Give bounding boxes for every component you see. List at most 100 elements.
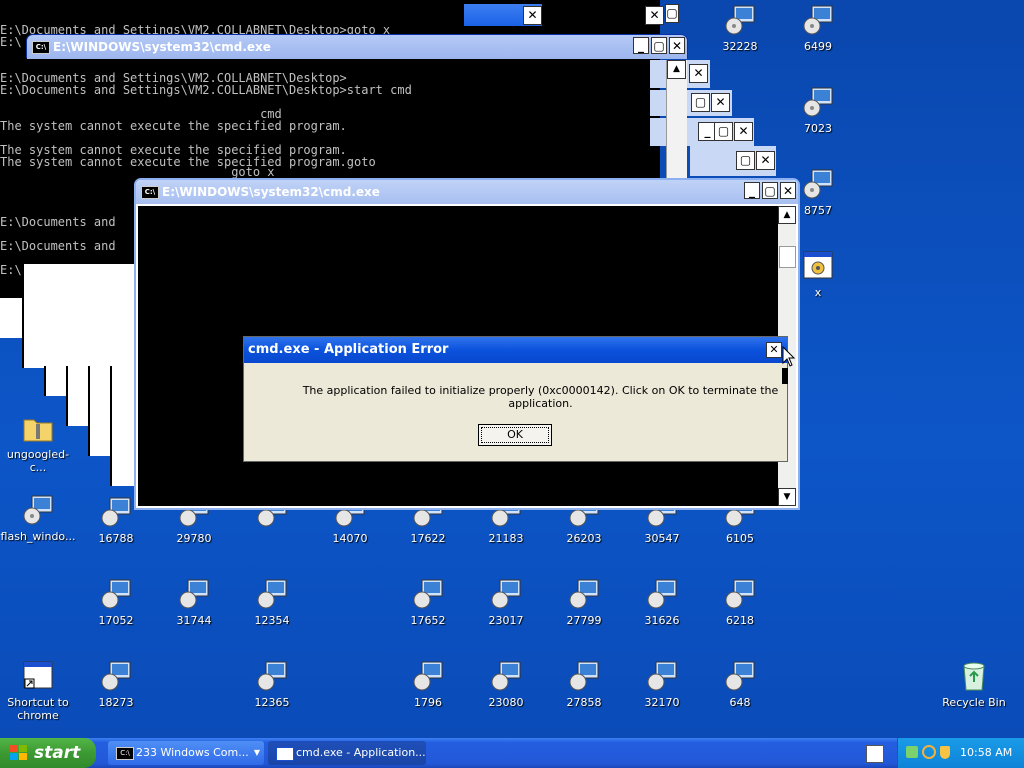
recycle-bin-label: Recycle Bin — [942, 696, 1006, 709]
installer-icon — [647, 661, 677, 691]
cascade-frame — [110, 366, 136, 486]
ok-button[interactable]: OK — [478, 424, 552, 446]
taskbar-button-label: cmd.exe - Application... — [296, 746, 426, 759]
desktop-icon-row2[interactable]: 23017 — [468, 578, 544, 627]
desktop-icon-label: 648 — [729, 696, 751, 709]
console-line: goto x — [0, 165, 275, 179]
network-icon[interactable] — [906, 746, 918, 758]
desktop-icon-row3[interactable]: 18273 — [78, 660, 154, 709]
installer-icon — [101, 497, 131, 527]
desktop-icon-label: Shortcut to chrome — [7, 696, 69, 722]
desktop-icon-label: 16788 — [98, 532, 134, 545]
taskbar-button-windows-command[interactable]: C:\ 233 Windows Com... ▼ — [108, 741, 264, 765]
close-icon[interactable]: ✕ — [645, 6, 664, 25]
recycle-bin-icon — [963, 662, 985, 691]
window-title: E:\WINDOWS\system32\cmd.exe — [162, 185, 380, 199]
desktop-icon-row3[interactable]: 648 — [702, 660, 778, 709]
restore-icon[interactable]: ▢ — [691, 93, 710, 112]
application-error-dialog[interactable]: cmd.exe - Application Error ✕ The applic… — [243, 336, 788, 462]
desktop-icon-7023[interactable]: 7023 — [780, 86, 856, 135]
close-icon[interactable]: ✕ — [780, 182, 796, 199]
scroll-down-arrow-icon[interactable]: ▼ — [778, 488, 796, 506]
desktop-icon-label: 26203 — [566, 532, 602, 545]
close-icon[interactable]: ✕ — [689, 64, 708, 83]
desktop-icon-32228[interactable]: 32228 — [702, 4, 778, 53]
close-icon[interactable]: ✕ — [756, 151, 775, 170]
restore-icon[interactable]: ▢ — [651, 37, 667, 54]
desktop-icon-row2[interactable]: 27799 — [546, 578, 622, 627]
installer-icon — [725, 661, 755, 691]
security-shield-icon[interactable] — [940, 746, 950, 759]
close-icon[interactable]: ✕ — [734, 122, 753, 141]
cmd-window-back[interactable]: C:\ E:\WINDOWS\system32\cmd.exe _ ▢ ✕ — [26, 34, 688, 59]
desktop-icon-flash-window[interactable]: flash_windo... — [0, 494, 76, 543]
desktop-icon-row2[interactable]: 31626 — [624, 578, 700, 627]
desktop-icon-row3[interactable]: 23080 — [468, 660, 544, 709]
start-button[interactable]: start — [0, 738, 96, 768]
installer-icon — [413, 661, 443, 691]
desktop-icon-row3[interactable]: 32170 — [624, 660, 700, 709]
desktop-icon-label: 12354 — [254, 614, 290, 627]
minimize-icon[interactable]: _ — [633, 37, 649, 54]
desktop-icon-label: 8757 — [804, 204, 832, 217]
installer-icon — [491, 579, 521, 609]
text-cursor — [782, 368, 788, 384]
installer-icon — [569, 661, 599, 691]
close-icon[interactable]: ✕ — [669, 37, 685, 54]
shortcut-window-icon — [23, 661, 53, 689]
taskbar-button-label: 233 Windows Com... — [136, 746, 249, 759]
maximize-icon[interactable]: ▢ — [762, 182, 778, 199]
installer-icon — [101, 661, 131, 691]
close-icon[interactable]: ✕ — [766, 342, 782, 358]
close-icon[interactable]: ✕ — [523, 6, 542, 25]
installer-icon — [179, 579, 209, 609]
installer-icon — [257, 579, 287, 609]
scroll-up-arrow-icon[interactable]: ▲ — [778, 206, 796, 224]
scroll-thumb[interactable] — [779, 246, 796, 268]
taskbar-button-application-error[interactable]: cmd.exe - Application... — [268, 741, 426, 765]
dialog-title: cmd.exe - Application Error — [248, 342, 449, 357]
desktop-icon-label: 31626 — [644, 614, 680, 627]
restore-icon[interactable]: ▢ — [714, 122, 733, 141]
desktop-icon-label: 14070 — [332, 532, 368, 545]
desktop-icon-label: 31744 — [176, 614, 212, 627]
console-line: E:\Documents and — [0, 215, 116, 229]
desktop-icon-row2[interactable]: 17652 — [390, 578, 466, 627]
close-icon[interactable]: ✕ — [711, 93, 730, 112]
keyboard-icon[interactable] — [866, 745, 884, 763]
desktop-icon-row3[interactable]: 1796 — [390, 660, 466, 709]
desktop-icon-row2[interactable]: 17052 — [78, 578, 154, 627]
desktop-icon-row2[interactable]: 31744 — [156, 578, 232, 627]
desktop-icon-label: 23017 — [488, 614, 524, 627]
scroll-up-arrow-icon[interactable]: ▲ — [667, 60, 686, 79]
desktop-icon-label: 17052 — [98, 614, 134, 627]
minimize-icon[interactable]: _ — [744, 182, 760, 199]
restore-icon[interactable]: ▢ — [736, 151, 755, 170]
desktop-icon-6499[interactable]: 6499 — [780, 4, 856, 53]
restore-icon[interactable]: ▢ — [665, 4, 679, 23]
desktop: 32228 6499 7023 8757 x ungoogled-c... fl… — [0, 0, 1024, 738]
desktop-icon-shortcut-chrome[interactable]: Shortcut to chrome — [0, 660, 76, 722]
desktop-icon-label: 32228 — [722, 40, 758, 53]
desktop-icon-label: x — [814, 286, 822, 299]
recycle-bin[interactable]: Recycle Bin — [936, 660, 1012, 709]
desktop-icon-label: 29780 — [176, 532, 212, 545]
cmd-icon: C:\ — [141, 186, 159, 199]
installer-icon — [23, 495, 53, 525]
desktop-icon-row2[interactable]: 6218 — [702, 578, 778, 627]
batch-file-icon — [803, 251, 833, 279]
desktop-icon-row2[interactable]: 12354 — [234, 578, 310, 627]
desktop-icon-label: 1796 — [414, 696, 442, 709]
clock[interactable]: 10:58 AM — [960, 738, 1012, 768]
title-bar[interactable]: C:\ E:\WINDOWS\system32\cmd.exe _ ▢ ✕ — [136, 180, 798, 204]
desktop-icon-label: 27858 — [566, 696, 602, 709]
zip-folder-icon — [23, 419, 53, 442]
title-bar[interactable]: C:\ E:\WINDOWS\system32\cmd.exe _ ▢ ✕ — [27, 35, 687, 59]
console-line: E:\Documents and — [0, 239, 116, 253]
search-icon[interactable] — [922, 745, 936, 759]
desktop-icon-row3[interactable]: 27858 — [546, 660, 622, 709]
desktop-icon-ungoogled-chromium[interactable]: ungoogled-c... — [0, 412, 76, 474]
console-line: E:\ — [0, 35, 22, 49]
desktop-icon-row3[interactable]: 12365 — [234, 660, 310, 709]
dialog-title-bar[interactable]: cmd.exe - Application Error — [244, 337, 787, 363]
